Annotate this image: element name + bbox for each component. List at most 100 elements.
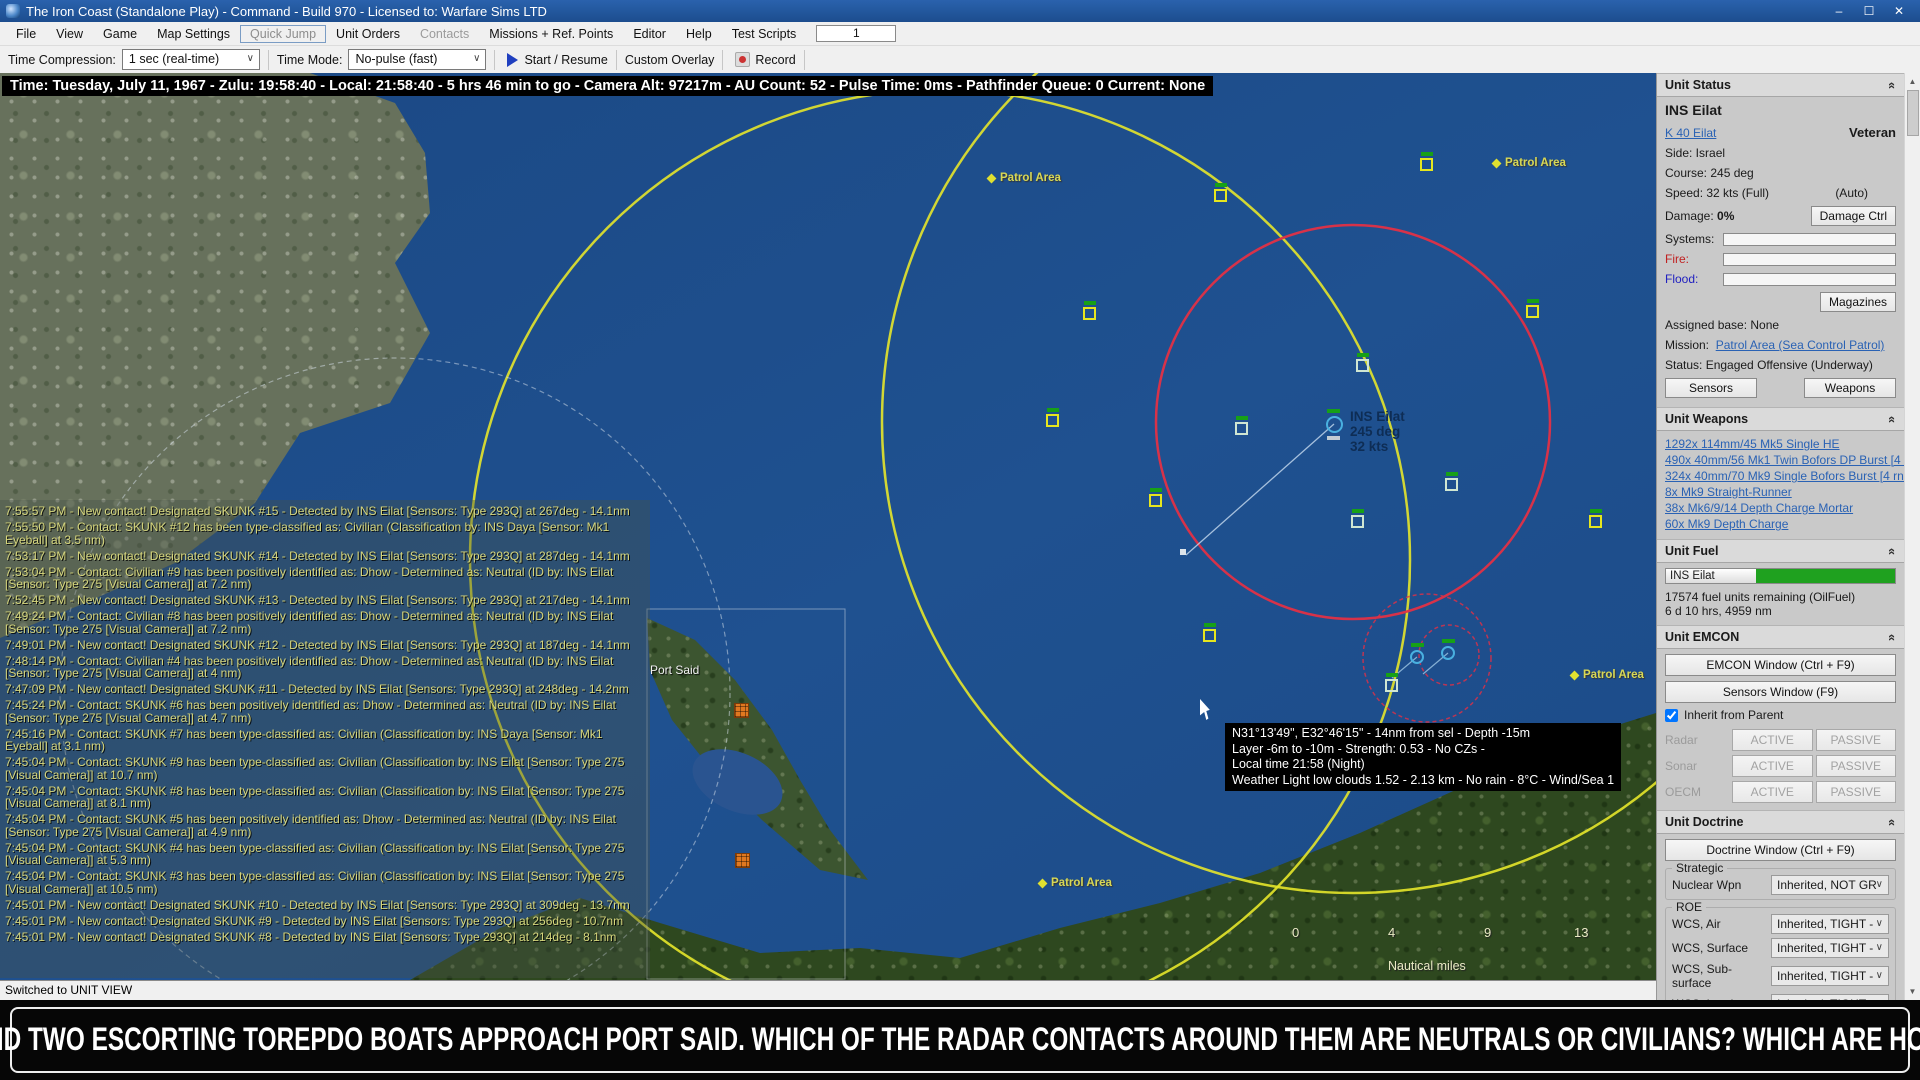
scale-tick: 0 xyxy=(1292,925,1300,940)
inherit-from-parent-checkbox[interactable] xyxy=(1665,708,1678,722)
ins-eilat-unit-icon[interactable] xyxy=(1326,409,1343,440)
escort-torpedo-boat-icon[interactable] xyxy=(1441,639,1455,660)
neutral-contact-icon[interactable] xyxy=(1235,416,1248,435)
status-bar: Switched to UNIT VIEW xyxy=(0,980,1656,1000)
weapon-link[interactable]: 60x Mk9 Depth Charge xyxy=(1665,516,1896,532)
strategic-group-label: Strategic xyxy=(1672,861,1728,875)
damage-ctrl-button[interactable]: Damage Ctrl xyxy=(1810,206,1896,226)
unit-doctrine-header[interactable]: Unit Doctrine « xyxy=(1657,810,1904,834)
mission-link[interactable]: Patrol Area (Sea Control Patrol) xyxy=(1716,338,1885,352)
neutral-contact-icon[interactable] xyxy=(1351,509,1364,528)
menu-game[interactable]: Game xyxy=(93,25,147,43)
menu-editor[interactable]: Editor xyxy=(623,25,676,43)
unit-status-header[interactable]: Unit Status « xyxy=(1657,73,1904,97)
weapon-link[interactable]: 324x 40mm/70 Mk9 Single Bofors Burst [4 … xyxy=(1665,468,1904,484)
record-label: Record xyxy=(755,52,796,67)
emcon-window-button[interactable]: EMCON Window (Ctrl + F9) xyxy=(1665,654,1896,676)
menu-file[interactable]: File xyxy=(6,25,46,43)
menu-contacts[interactable]: Contacts xyxy=(410,25,479,43)
surface-contact-icon[interactable] xyxy=(1046,408,1059,427)
unit-class-link[interactable]: K 40 Eilat xyxy=(1665,126,1716,140)
scroll-up-icon[interactable]: ▲ xyxy=(1909,73,1917,90)
menu-test-scripts[interactable]: Test Scripts xyxy=(722,25,807,43)
weapon-link[interactable]: 1292x 114mm/45 Mk5 Single HE xyxy=(1665,436,1896,452)
sonar-active-button[interactable]: ACTIVE xyxy=(1732,755,1813,777)
log-message: 7:53:17 PM - New contact! Designated SKU… xyxy=(5,548,630,563)
play-icon xyxy=(507,52,519,67)
minimize-button[interactable]: – xyxy=(1824,4,1854,18)
custom-overlay-button[interactable]: Custom Overlay xyxy=(625,53,715,67)
installation-icon[interactable] xyxy=(735,853,750,868)
scroll-down-icon[interactable]: ▼ xyxy=(1909,983,1917,1000)
close-button[interactable]: ✕ xyxy=(1884,4,1914,18)
menu-view[interactable]: View xyxy=(46,25,93,43)
maximize-button[interactable]: ☐ xyxy=(1854,4,1884,18)
wcs-subsurface-select[interactable]: Inherited, TIGHT - ∨ xyxy=(1771,966,1889,986)
log-message: 7:45:16 PM - Contact: SKUNK #7 has been … xyxy=(5,726,603,753)
weapon-link[interactable]: 38x Mk6/9/14 Depth Charge Mortar xyxy=(1665,500,1896,516)
surface-contact-icon[interactable] xyxy=(1203,623,1216,642)
surface-contact-icon[interactable] xyxy=(1589,509,1602,528)
unit-emcon-header[interactable]: Unit EMCON « xyxy=(1657,625,1904,649)
test-scripts-counter[interactable]: 1 xyxy=(816,25,897,42)
menu-quick-jump[interactable]: Quick Jump xyxy=(240,24,327,43)
unit-emcon-title: Unit EMCON xyxy=(1665,630,1740,644)
log-message: 7:55:50 PM - Contact: SKUNK #12 has been… xyxy=(5,520,610,547)
start-resume-button[interactable]: Start / Resume xyxy=(503,52,608,67)
surface-contact-icon[interactable] xyxy=(1149,488,1162,507)
oecm-passive-button[interactable]: PASSIVE xyxy=(1815,781,1896,803)
message-log[interactable]: 7:55:57 PM - New contact! Designated SKU… xyxy=(0,500,650,978)
fuel-remaining: 17574 fuel units remaining (OilFuel) xyxy=(1665,590,1856,604)
neutral-contact-icon[interactable] xyxy=(1385,673,1398,692)
unit-weapons-header[interactable]: Unit Weapons « xyxy=(1657,407,1904,431)
surface-contact-icon[interactable] xyxy=(1420,152,1433,171)
assigned-base: Assigned base: None xyxy=(1665,318,1780,332)
radar-passive-button[interactable]: PASSIVE xyxy=(1815,729,1896,751)
inherit-from-parent-label: Inherit from Parent xyxy=(1684,708,1784,722)
tactical-map[interactable]: Time: Tuesday, July 11, 1967 - Zulu: 19:… xyxy=(0,73,1656,980)
sensors-button[interactable]: Sensors xyxy=(1665,378,1757,398)
unit-label-name: INS Eilat xyxy=(1350,409,1405,424)
menu-map-settings[interactable]: Map Settings xyxy=(147,25,240,43)
nuclear-wpn-select[interactable]: Inherited, NOT GR ∨ xyxy=(1771,875,1889,895)
log-message: 7:45:04 PM - Contact: SKUNK #5 has been … xyxy=(5,812,616,839)
neutral-contact-icon[interactable] xyxy=(1356,353,1369,372)
fuel-unit-name: INS Eilat xyxy=(1666,569,1756,583)
collapse-icon[interactable]: « xyxy=(1885,818,1900,825)
menu-help[interactable]: Help xyxy=(676,25,722,43)
collapse-icon[interactable]: « xyxy=(1885,633,1900,640)
wcs-air-select[interactable]: Inherited, TIGHT - ∨ xyxy=(1771,914,1889,934)
weapon-link[interactable]: 8x Mk9 Straight-Runner xyxy=(1665,484,1896,500)
escort-torpedo-boat-icon[interactable] xyxy=(1410,643,1424,664)
sensors-window-button[interactable]: Sensors Window (F9) xyxy=(1665,681,1896,703)
collapse-icon[interactable]: « xyxy=(1885,81,1900,88)
surface-contact-icon[interactable] xyxy=(1214,183,1227,202)
vertical-scrollbar[interactable]: ▲ ▼ xyxy=(1904,73,1920,1000)
weapon-link[interactable]: 490x 40mm/56 Mk1 Twin Bofors DP Burst [4… xyxy=(1665,452,1904,468)
surface-contact-icon[interactable] xyxy=(1083,301,1096,320)
surface-contact-icon[interactable] xyxy=(1526,299,1539,318)
nuclear-wpn-value: Inherited, NOT GR xyxy=(1777,878,1877,892)
nuclear-wpn-label: Nuclear Wpn xyxy=(1672,878,1742,892)
sonar-passive-button[interactable]: PASSIVE xyxy=(1815,755,1896,777)
toolbar-divider xyxy=(722,49,724,70)
collapse-icon[interactable]: « xyxy=(1885,415,1900,422)
waypoint-marker[interactable] xyxy=(1180,549,1186,555)
menu-unit-orders[interactable]: Unit Orders xyxy=(326,25,410,43)
radar-active-button[interactable]: ACTIVE xyxy=(1732,729,1813,751)
installation-icon[interactable] xyxy=(734,703,749,718)
magazines-button[interactable]: Magazines xyxy=(1819,292,1896,312)
oecm-active-button[interactable]: ACTIVE xyxy=(1732,781,1813,803)
collapse-icon[interactable]: « xyxy=(1885,547,1900,554)
record-button[interactable]: Record xyxy=(731,52,796,67)
doctrine-window-button[interactable]: Doctrine Window (Ctrl + F9) xyxy=(1665,839,1896,861)
time-compression-select[interactable]: 1 sec (real-time) ∨ xyxy=(121,49,260,70)
unit-fuel-header[interactable]: Unit Fuel « xyxy=(1657,539,1904,563)
time-mode-select[interactable]: No-pulse (fast) ∨ xyxy=(348,49,487,70)
scrollbar-thumb[interactable] xyxy=(1906,90,1919,136)
neutral-contact-icon[interactable] xyxy=(1445,472,1458,491)
roe-group: ROE WCS, Air Inherited, TIGHT - ∨ WCS, S… xyxy=(1665,900,1896,1000)
weapons-button[interactable]: Weapons xyxy=(1804,378,1896,398)
wcs-surface-select[interactable]: Inherited, TIGHT - ∨ xyxy=(1771,938,1889,958)
menu-missions-ref-points[interactable]: Missions + Ref. Points xyxy=(479,25,623,43)
